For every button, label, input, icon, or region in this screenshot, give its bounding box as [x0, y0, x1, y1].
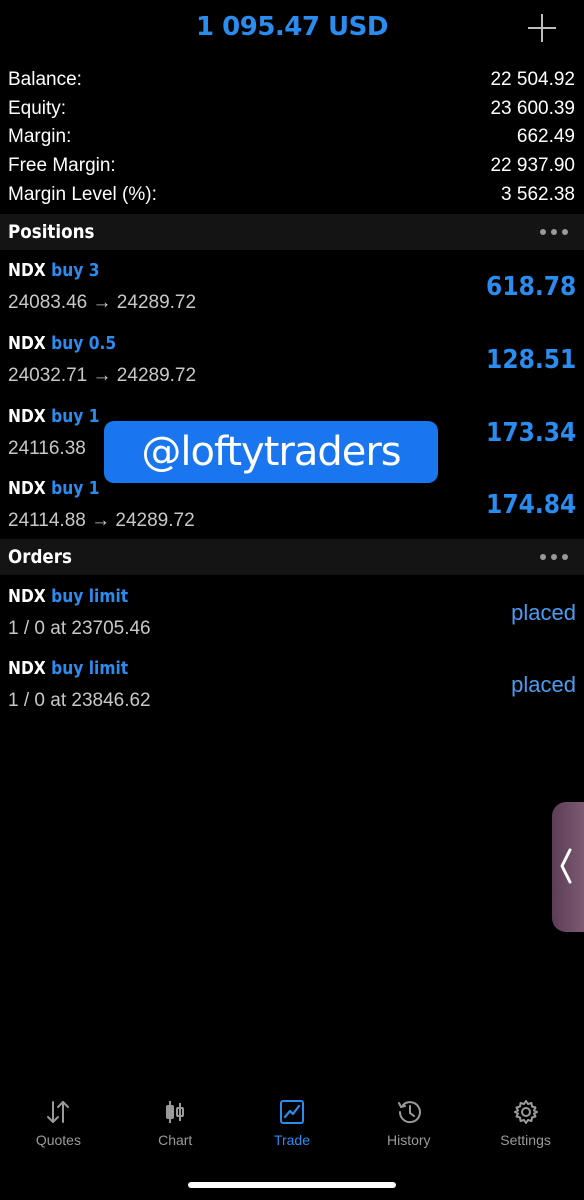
- margin-row: Margin: 662.49: [0, 123, 584, 152]
- position-type: buy 1: [51, 406, 100, 427]
- equity-row: Equity: 23 600.39: [0, 95, 584, 124]
- position-profit: 618.78: [485, 272, 576, 302]
- order-details: 1 / 0 at 23846.62: [8, 690, 151, 711]
- tab-quotes[interactable]: Quotes: [0, 1090, 117, 1160]
- watermark-label: @loftytraders: [104, 421, 438, 483]
- home-indicator[interactable]: [188, 1182, 396, 1188]
- position-symbol: NDX: [8, 260, 46, 281]
- free-margin-row: Free Margin: 22 937.90: [0, 152, 584, 181]
- position-prices: 24032.71 → 24289.72: [8, 365, 197, 386]
- order-item[interactable]: NDX buy limit 1 / 0 at 23705.46 placed: [0, 580, 584, 652]
- chart-icon: [166, 1101, 185, 1123]
- quotes-icon: [47, 1101, 70, 1123]
- order-status: placed: [511, 672, 576, 697]
- equity-label: Equity:: [8, 97, 67, 119]
- margin-level-label: Margin Level (%):: [8, 183, 157, 205]
- tab-label: Chart: [158, 1132, 193, 1148]
- total-profit: 1 095.47 USD: [196, 12, 388, 42]
- position-symbol: NDX: [8, 406, 46, 427]
- orders-title: Orders: [8, 546, 72, 568]
- positions-header: Positions: [0, 214, 584, 250]
- orders-header: Orders: [0, 539, 584, 575]
- order-type: buy limit: [51, 658, 129, 679]
- trade-icon: [279, 1100, 304, 1124]
- chevron-left-icon: [560, 848, 572, 884]
- plus-icon[interactable]: [528, 14, 556, 42]
- tab-label: Trade: [273, 1132, 311, 1148]
- settings-icon: [513, 1100, 538, 1124]
- margin-label: Margin:: [8, 126, 72, 148]
- position-item[interactable]: NDX buy 0.5 24032.71 → 24289.72 128.51: [0, 327, 584, 399]
- position-profit: 173.34: [485, 418, 576, 448]
- order-item[interactable]: NDX buy limit 1 / 0 at 23846.62 placed: [0, 652, 584, 724]
- more-icon[interactable]: [540, 554, 576, 560]
- tab-settings[interactable]: Settings: [467, 1090, 584, 1160]
- order-details: 1 / 0 at 23705.46: [8, 618, 151, 639]
- position-prices: 24083.46 → 24289.72: [8, 292, 197, 313]
- position-profit: 128.51: [485, 345, 576, 375]
- tab-chart[interactable]: Chart: [117, 1090, 234, 1160]
- free-margin-value: 22 937.90: [490, 155, 575, 177]
- tab-label: Settings: [500, 1132, 551, 1148]
- margin-level-value: 3 562.38: [501, 183, 575, 205]
- order-status: placed: [511, 600, 576, 625]
- tab-bar: Quotes Chart Trade History Settings: [0, 1090, 584, 1160]
- tab-trade[interactable]: Trade: [234, 1090, 351, 1160]
- position-profit: 174.84: [485, 490, 576, 520]
- side-panel-handle[interactable]: [552, 802, 584, 932]
- position-prices: 24114.88 → 24289.72: [8, 510, 195, 531]
- position-type: buy 3: [51, 260, 100, 281]
- order-type: buy limit: [51, 586, 129, 607]
- order-symbol: NDX: [8, 586, 46, 607]
- balance-row: Balance: 22 504.92: [0, 66, 584, 95]
- header: 1 095.47 USD: [0, 0, 584, 62]
- positions-title: Positions: [8, 221, 95, 243]
- margin-value: 662.49: [516, 126, 575, 148]
- position-symbol: NDX: [8, 333, 46, 354]
- position-prices: 24116.38: [8, 438, 86, 459]
- balance-value: 22 504.92: [490, 69, 575, 91]
- tab-label: History: [387, 1132, 431, 1148]
- equity-value: 23 600.39: [490, 97, 575, 119]
- position-item[interactable]: NDX buy 3 24083.46 → 24289.72 618.78: [0, 254, 584, 326]
- history-icon: [397, 1101, 421, 1124]
- position-type: buy 0.5: [51, 333, 117, 354]
- balance-label: Balance:: [8, 69, 82, 91]
- tab-history[interactable]: History: [350, 1090, 467, 1160]
- more-icon[interactable]: [540, 229, 576, 235]
- margin-level-row: Margin Level (%): 3 562.38: [0, 180, 584, 209]
- free-margin-label: Free Margin:: [8, 155, 116, 177]
- order-symbol: NDX: [8, 658, 46, 679]
- account-summary: Balance: 22 504.92 Equity: 23 600.39 Mar…: [0, 66, 584, 209]
- tab-label: Quotes: [35, 1132, 81, 1148]
- position-symbol: NDX: [8, 478, 46, 499]
- position-type: buy 1: [51, 478, 100, 499]
